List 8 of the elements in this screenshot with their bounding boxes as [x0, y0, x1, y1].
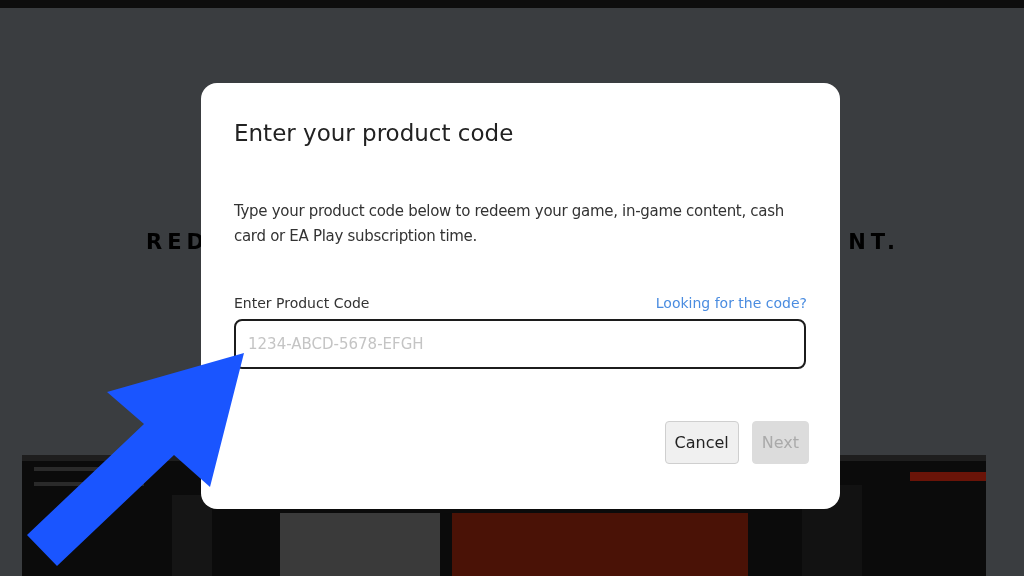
dialog-title: Enter your product code [234, 119, 515, 148]
cancel-button[interactable]: Cancel [664, 421, 739, 464]
page-heading: RED [146, 230, 209, 256]
product-code-field[interactable]: 1234-ABCD-5678-EFGH [234, 319, 806, 369]
help-link[interactable]: Looking for the code? [655, 295, 807, 311]
dialog-description: Type your product code below to redeem your game, in-game content, cash card or EA Play subscription time. [234, 201, 785, 247]
field-label: Enter Product Code [234, 295, 370, 311]
page-heading: NT. [848, 230, 900, 256]
